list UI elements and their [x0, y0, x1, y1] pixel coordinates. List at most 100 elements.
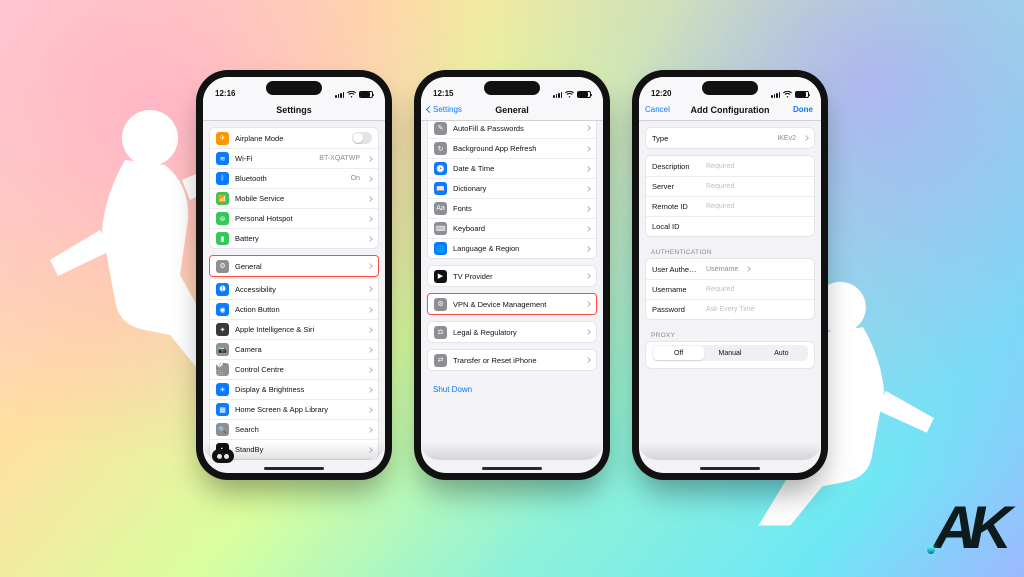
settings-row[interactable]: ➊Accessibility — [210, 279, 378, 299]
battery-status-icon — [577, 91, 591, 98]
chevron-right-icon — [367, 216, 373, 222]
done-button[interactable]: Done — [793, 105, 813, 114]
row-label: Legal & Regulatory — [453, 328, 580, 337]
home-indicator[interactable] — [482, 467, 542, 470]
settings-row[interactable]: �⿻ Control Centre — [210, 359, 378, 379]
config-field-row[interactable]: Remote IDRequired — [646, 196, 814, 216]
settings-row[interactable]: ⇄Transfer or Reset iPhone — [428, 350, 596, 370]
settings-row[interactable]: ⚙General — [210, 256, 378, 276]
settings-row[interactable]: ▦Home Screen & App Library — [210, 399, 378, 419]
auth-row[interactable]: UsernameRequired — [646, 279, 814, 299]
settings-row[interactable]: ◐StandBy — [210, 439, 378, 459]
field-label: User Authentication — [652, 265, 700, 274]
field-label: Server — [652, 182, 700, 191]
field-placeholder: Required — [706, 163, 734, 170]
nav-bar: Settings — [203, 99, 385, 121]
settings-row[interactable]: ✈Airplane Mode — [210, 128, 378, 148]
row-label: Wi-Fi — [235, 154, 313, 163]
proxy-segmented-control[interactable]: OffManualAuto — [652, 345, 808, 361]
row-label: Background App Refresh — [453, 144, 580, 153]
row-label: Control Centre — [235, 365, 362, 374]
config-fields-group: DescriptionRequiredServerRequiredRemote … — [645, 155, 815, 237]
settings-row[interactable]: 🕒Date & Time — [428, 158, 596, 178]
chevron-right-icon — [585, 301, 591, 307]
wifi-icon: ≋ — [216, 152, 229, 165]
settings-row[interactable]: ◉Action Button — [210, 299, 378, 319]
row-label: General — [235, 262, 362, 271]
settings-row[interactable]: AaFonts — [428, 198, 596, 218]
row-value: On — [351, 175, 360, 182]
accessibility-pill[interactable] — [212, 449, 234, 463]
settings-group-connectivity: ✈Airplane Mode≋Wi-FiBT-XQATWPᛒBluetoothO… — [209, 127, 379, 249]
hotspot-icon: ⊚ — [216, 212, 229, 225]
settings-row[interactable]: ☀Display & Brightness — [210, 379, 378, 399]
back-button[interactable]: Settings — [427, 105, 462, 114]
settings-row[interactable]: ⊚Personal Hotspot — [210, 208, 378, 228]
chevron-right-icon — [367, 327, 373, 333]
settings-row[interactable]: 🌐Language & Region — [428, 238, 596, 258]
cancel-button[interactable]: Cancel — [645, 105, 670, 114]
legal-icon: ⚖ — [434, 326, 447, 339]
status-time: 12:16 — [215, 89, 235, 98]
refresh-icon: ↻ — [434, 142, 447, 155]
config-type-group: Type IKEv2 — [645, 127, 815, 149]
chevron-right-icon — [585, 273, 591, 279]
row-label: Bluetooth — [235, 174, 345, 183]
settings-row[interactable]: 📷Camera — [210, 339, 378, 359]
row-label: Dictionary — [453, 184, 580, 193]
auth-row[interactable]: PasswordAsk Every Time — [646, 299, 814, 319]
tv-icon: ▶ — [434, 270, 447, 283]
home-indicator[interactable] — [700, 467, 760, 470]
settings-row[interactable]: 📶Mobile Service — [210, 188, 378, 208]
proxy-option[interactable]: Manual — [704, 346, 755, 360]
config-type-row[interactable]: Type IKEv2 — [646, 128, 814, 148]
chevron-right-icon — [745, 266, 751, 272]
row-label: Airplane Mode — [235, 134, 346, 143]
config-field-row[interactable]: Description Required — [646, 156, 814, 176]
settings-row[interactable]: ⚖ Legal & Regulatory — [428, 322, 596, 342]
control-icon: �⿻ — [216, 363, 229, 376]
battery-icon: ▮ — [216, 232, 229, 245]
chevron-right-icon — [585, 166, 591, 172]
field-placeholder: Required — [706, 203, 734, 210]
shutdown-link[interactable]: Shut Down — [421, 377, 603, 402]
settings-row[interactable]: ᛒBluetoothOn — [210, 168, 378, 188]
settings-row[interactable]: ✦Apple Intelligence & Siri — [210, 319, 378, 339]
chevron-right-icon — [367, 236, 373, 242]
settings-row[interactable]: ⌨Keyboard — [428, 218, 596, 238]
home-indicator[interactable] — [264, 467, 324, 470]
proxy-header: PROXY — [639, 326, 821, 341]
chevron-right-icon — [367, 196, 373, 202]
dictionary-icon: 📖 — [434, 182, 447, 195]
row-label: Date & Time — [453, 164, 580, 173]
row-label: TV Provider — [453, 272, 580, 281]
chevron-right-icon — [367, 263, 373, 269]
toggle-switch[interactable] — [352, 132, 372, 144]
row-label: VPN & Device Management — [453, 300, 580, 309]
chevron-right-icon — [367, 176, 373, 182]
settings-row[interactable]: ↻ Background App Refresh — [428, 138, 596, 158]
settings-row[interactable]: 📖 Dictionary — [428, 178, 596, 198]
config-field-row[interactable]: Local ID — [646, 216, 814, 236]
general-row-vpn-highlight: ⚙VPN & Device Management — [427, 293, 597, 315]
settings-row[interactable]: 🔍Search — [210, 419, 378, 439]
settings-row[interactable]: ✎AutoFill & Passwords — [428, 121, 596, 138]
proxy-option[interactable]: Off — [653, 346, 704, 360]
wifi-status-icon — [783, 91, 792, 98]
phone-settings: 12:16 Settings ✈Airplane Mode≋Wi-FiBT-XQ… — [196, 70, 392, 480]
field-label: Description — [652, 162, 700, 171]
auth-row[interactable]: User AuthenticationUsername — [646, 259, 814, 279]
settings-row[interactable]: ⚙VPN & Device Management — [428, 294, 596, 314]
chevron-right-icon — [585, 226, 591, 232]
settings-row[interactable]: ▶ TV Provider — [428, 266, 596, 286]
chevron-right-icon — [367, 367, 373, 373]
chevron-right-icon — [585, 146, 591, 152]
general-group-transfer: ⇄Transfer or Reset iPhone — [427, 349, 597, 371]
settings-row[interactable]: ≋Wi-FiBT-XQATWP — [210, 148, 378, 168]
row-label: Fonts — [453, 204, 580, 213]
field-label: Username — [652, 285, 700, 294]
proxy-option[interactable]: Auto — [756, 346, 807, 360]
config-field-row[interactable]: ServerRequired — [646, 176, 814, 196]
settings-row[interactable]: ▮Battery — [210, 228, 378, 248]
type-label: Type — [652, 134, 771, 143]
